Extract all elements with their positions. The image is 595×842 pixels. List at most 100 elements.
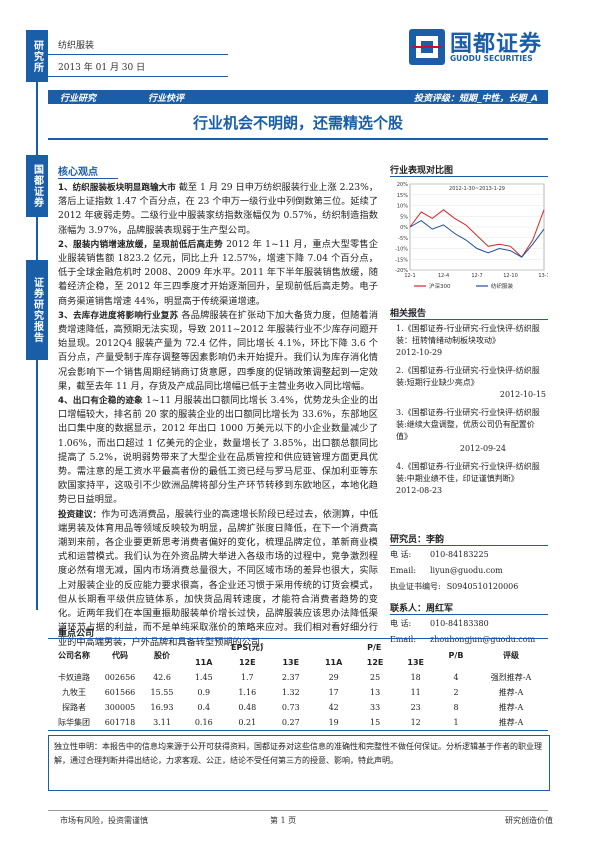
cell-pb: 2 — [453, 688, 459, 697]
related-report-item[interactable]: 1.《国都证券-行业研究-行业快评-纺织服装：扭转情绪动制板块攻动》 2012-1… — [396, 323, 546, 359]
cell-code: 300005 — [104, 703, 136, 712]
related-report-text: 3.《国都证券-行业研究-行业快评-纺织服装:继续大盘调整，优质公司仍有配置价值… — [396, 408, 540, 441]
cell-pe: 17 — [328, 688, 339, 697]
related-report-date: 2012-08-23 — [396, 486, 443, 495]
related-report-item[interactable]: 3.《国都证券-行业研究-行业快评-纺织服装:继续大盘调整，优质公司仍有配置价值… — [396, 407, 546, 455]
table-bottom-rule — [48, 730, 548, 731]
cell-eps: 2.37 — [281, 673, 300, 682]
chart-y-tick-label: 20% — [397, 182, 408, 188]
logo-mark-icon — [409, 29, 445, 65]
cell-price: 16.93 — [150, 703, 174, 712]
paragraph-3: 3、去库存进度将影响行业复苏 各品牌服装在扩张动下加大备货力度，但随着消费增速降… — [58, 309, 378, 394]
paragraph-3-heading: 3、去库存进度将影响行业复苏 — [58, 310, 179, 321]
cell-pb: 8 — [453, 703, 459, 712]
rating-label: 投资评级：短期_中性，长期_A — [414, 94, 538, 104]
related-reports-title: 相关报告 — [390, 309, 427, 319]
sidebar-label-top: 研究所 — [26, 30, 48, 82]
cell-eps: 0.16 — [194, 718, 213, 727]
page-title: 行业机会不明朗，还需精选个股 — [192, 114, 403, 132]
contact-phone: 010-84183380 — [430, 619, 489, 628]
cell-eps: 0.73 — [281, 703, 300, 712]
industry-category: 纺织服装 — [58, 41, 95, 51]
chart-x-tick-label: 12-4 — [438, 273, 449, 279]
chart-x-tick-label: 13-1 — [538, 273, 548, 279]
col-header-year: 13E — [282, 658, 300, 667]
cell-price: 42.6 — [153, 673, 171, 682]
cell-pe: 25 — [370, 673, 381, 682]
related-report-item[interactable]: 2.《国都证券-行业研究-行业快评-纺织服装:短期行业缺少亮点》 2012-10-… — [396, 365, 546, 401]
cell-code: 601566 — [104, 688, 136, 697]
related-report-text: 4.《国都证券-行业研究-行业快评-纺织服装:中期业绩不佳，印证谨慎判断》 — [396, 462, 540, 483]
chart-x-tick-label: 12-10 — [503, 273, 518, 279]
cell-name: 际华集团 — [58, 718, 90, 727]
cell-eps: 1.16 — [238, 688, 257, 697]
analyst-rule — [390, 545, 548, 546]
analyst-email-label: Email: — [390, 566, 417, 575]
chart-series-line — [409, 209, 545, 258]
cell-pe: 13 — [370, 688, 381, 697]
sidebar-label-mid: 国都证券 — [26, 155, 48, 217]
report-tag-industry: 行业研究 — [60, 94, 97, 104]
paragraph-5: 投资建议：作为可选消费品，服装行业的高速增长阶段已经过去，依测算，中低端男装及体… — [58, 508, 378, 650]
col-header-year: 12E — [238, 658, 256, 667]
cell-code: 601718 — [104, 718, 136, 727]
contact-title: 联系人：周红军 — [390, 604, 454, 614]
table-row: 探路者 300005 16.93 0.4 0.48 0.73 42 33 23 8 推荐-A — [50, 700, 546, 715]
title-rule — [48, 138, 548, 140]
related-report-date: 2012-10-29 — [396, 348, 443, 357]
chart-y-tick-label: 0% — [400, 225, 408, 231]
cell-pb: 1 — [453, 718, 459, 727]
chart-y-tick-label: 15% — [397, 193, 408, 199]
cell-pe: 11 — [410, 688, 421, 697]
col-header-year: 11A — [195, 658, 213, 667]
cell-pe: 29 — [328, 673, 339, 682]
cell-eps: 1.45 — [194, 673, 213, 682]
report-date: 2013 年 01 月 30 日 — [58, 63, 146, 73]
paragraph-2-heading: 2、服装内销增速放缓，呈现前低后高走势 — [58, 239, 223, 250]
core-view-rule — [58, 178, 118, 179]
analyst-cert-label: 执业证书编号: — [390, 582, 441, 591]
cell-pe: 33 — [370, 703, 381, 712]
table-row: 卡奴迪路 002656 42.6 1.45 1.7 2.37 29 25 18 4 强烈推荐-… — [50, 670, 546, 685]
col-header-year: 13E — [407, 658, 424, 667]
cell-pe: 15 — [370, 718, 381, 727]
cell-pe: 42 — [328, 703, 339, 712]
related-report-item[interactable]: 4.《国都证券-行业研究-行业快评-纺织服装:中期业绩不佳，印证谨慎判断》 201… — [396, 461, 546, 497]
col-header-eps: EPS(元) — [231, 643, 264, 652]
performance-chart: 20%15%10%5%0%-5%-10%-15%-20%12-1 12-4 12-7… — [395, 182, 548, 290]
cell-eps: 0.21 — [238, 718, 257, 727]
report-tag-brief: 行业快评 — [148, 94, 185, 104]
cell-eps: 0.4 — [197, 703, 211, 712]
related-report-text: 1.《国都证券-行业研究-行业快评-纺织服装：扭转情绪动制板块攻动》 — [396, 324, 540, 345]
chart-section-rule — [390, 176, 548, 177]
paragraph-4-text: 1~11 月服装出口额同比增长 3.4%，优势龙头企业的出口增幅较大，排名前 2… — [58, 395, 379, 506]
chart-y-tick-label: 5% — [400, 214, 408, 220]
cell-pb: 4 — [453, 673, 459, 682]
cell-code: 002656 — [104, 673, 136, 682]
col-header-year: 12E — [366, 658, 384, 667]
core-view-heading: 核心观点 — [58, 167, 98, 178]
col-header-pe: P/E — [367, 643, 382, 652]
col-header-code: 代码 — [112, 650, 128, 660]
body-text: 1、纺织服装板块明显跑输大市 截至 1 月 29 日申万纺织服装行业上涨 2.2… — [58, 181, 378, 650]
footer-slogan: 研究创造价值 — [505, 816, 553, 825]
chart-y-tick-label: 10% — [397, 204, 408, 210]
paragraph-5-text: 作为可选消费品，服装行业的高速增长阶段已经过去，依测算，中低端男装及体育用品等领… — [58, 508, 378, 648]
related-report-list: 1.《国都证券-行业研究-行业快评-纺织服装：扭转情绪动制板块攻动》 2012-1… — [396, 323, 546, 503]
cell-rating: 强烈推荐-A — [490, 673, 532, 682]
paragraph-2: 2、服装内销增速放缓，呈现前低后高走势 2012 年 1~11 月，重点大型零售… — [58, 238, 378, 309]
analyst-email[interactable]: liyun@guodu.com — [430, 566, 503, 575]
footer-rule — [48, 810, 548, 811]
cell-pe: 12 — [410, 718, 421, 727]
left-sidebar: 研究所 国都证券 证券研究报告 — [26, 30, 48, 610]
paragraph-5-heading: 投资建议： — [58, 509, 102, 520]
table-row: 际华集团 601718 3.11 0.16 0.21 0.27 19 15 12 1 推荐-A — [50, 715, 546, 730]
table-top-rule — [48, 638, 548, 639]
chart-x-tick-label: 12-7 — [471, 273, 482, 279]
cell-price: 3.11 — [153, 718, 171, 727]
report-type-bar: 行业研究 行业快评 投资评级：短期_中性，长期_A — [48, 90, 548, 104]
cell-rating: 推荐-A — [498, 703, 524, 712]
cell-pe: 23 — [410, 703, 421, 712]
cell-pe: 18 — [410, 673, 421, 682]
analyst-contact: 电 话: 010-84183225 Email: liyun@guodu.com 执… — [390, 548, 550, 593]
